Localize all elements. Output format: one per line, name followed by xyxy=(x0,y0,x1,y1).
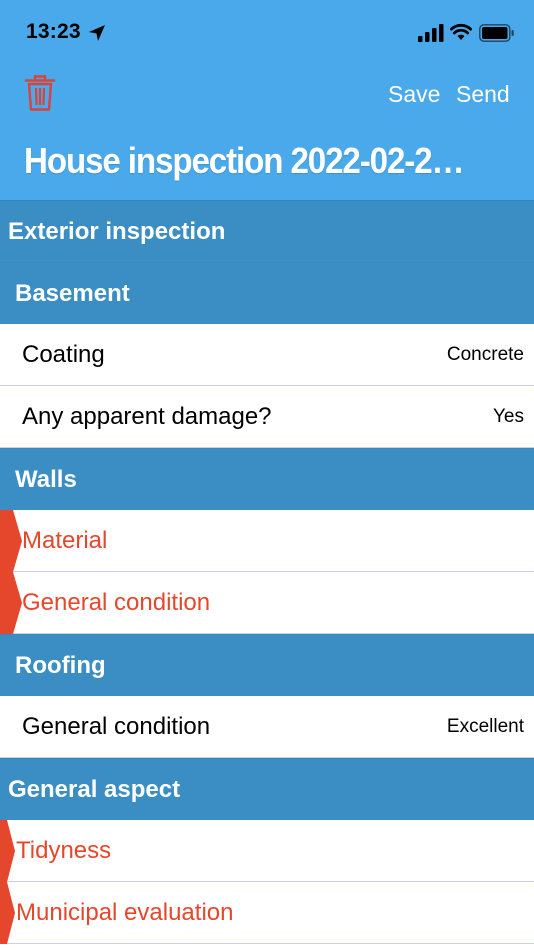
list-item-any-apparent-damage[interactable]: Any apparent damage? Yes xyxy=(0,386,534,448)
item-label: Material xyxy=(22,526,108,554)
item-label: Any apparent damage? xyxy=(22,402,272,430)
group-label: Basement xyxy=(15,279,130,307)
list-item-municipal-evaluation[interactable]: Municipal evaluation xyxy=(0,882,534,944)
battery-icon xyxy=(479,24,514,42)
list-item-coating[interactable]: Coating Concrete xyxy=(0,324,534,386)
required-flag-icon xyxy=(0,572,22,634)
status-bar: 13:23 xyxy=(0,0,534,66)
header: 13:23 Save Send House inspection 2022-02… xyxy=(0,0,534,200)
group-label: Walls xyxy=(15,465,77,493)
status-time: 13:23 xyxy=(26,20,81,43)
location-arrow-icon xyxy=(89,25,105,41)
group-label: Roofing xyxy=(15,651,106,679)
item-label: Tidyness xyxy=(16,836,112,864)
list-item-material[interactable]: Material xyxy=(0,510,534,572)
item-value: Yes xyxy=(493,405,524,427)
group-header-roofing: Roofing xyxy=(0,634,534,696)
cellular-signal-icon xyxy=(418,24,444,42)
item-label: General condition xyxy=(22,712,211,740)
send-button[interactable]: Send xyxy=(456,81,510,108)
item-label: Coating xyxy=(22,340,105,368)
list-item-general-condition[interactable]: General condition xyxy=(0,572,534,634)
required-flag-icon xyxy=(0,820,15,882)
inspection-list: Exterior inspection Basement Coating Con… xyxy=(0,200,534,944)
wifi-icon xyxy=(450,23,472,40)
group-header-basement: Basement xyxy=(0,262,534,324)
required-flag-icon xyxy=(0,510,22,572)
item-value: Concrete xyxy=(446,343,524,365)
list-item-roofing-general-condition[interactable]: General condition Excellent xyxy=(0,696,534,758)
item-value: Excellent xyxy=(446,715,524,737)
item-label: General condition xyxy=(22,588,211,616)
page-title: House inspection 2022-02-2… xyxy=(24,140,465,181)
section-label: Exterior inspection xyxy=(8,217,226,245)
item-label: Municipal evaluation xyxy=(16,898,234,926)
required-flag-icon xyxy=(0,882,15,944)
section-header-general-aspect: General aspect xyxy=(0,758,534,820)
list-item-tidyness[interactable]: Tidyness xyxy=(0,820,534,882)
trash-icon[interactable] xyxy=(24,74,56,112)
section-header-exterior-inspection: Exterior inspection xyxy=(0,200,534,262)
save-button[interactable]: Save xyxy=(388,81,440,108)
group-header-walls: Walls xyxy=(0,448,534,510)
section-label: General aspect xyxy=(8,775,181,803)
